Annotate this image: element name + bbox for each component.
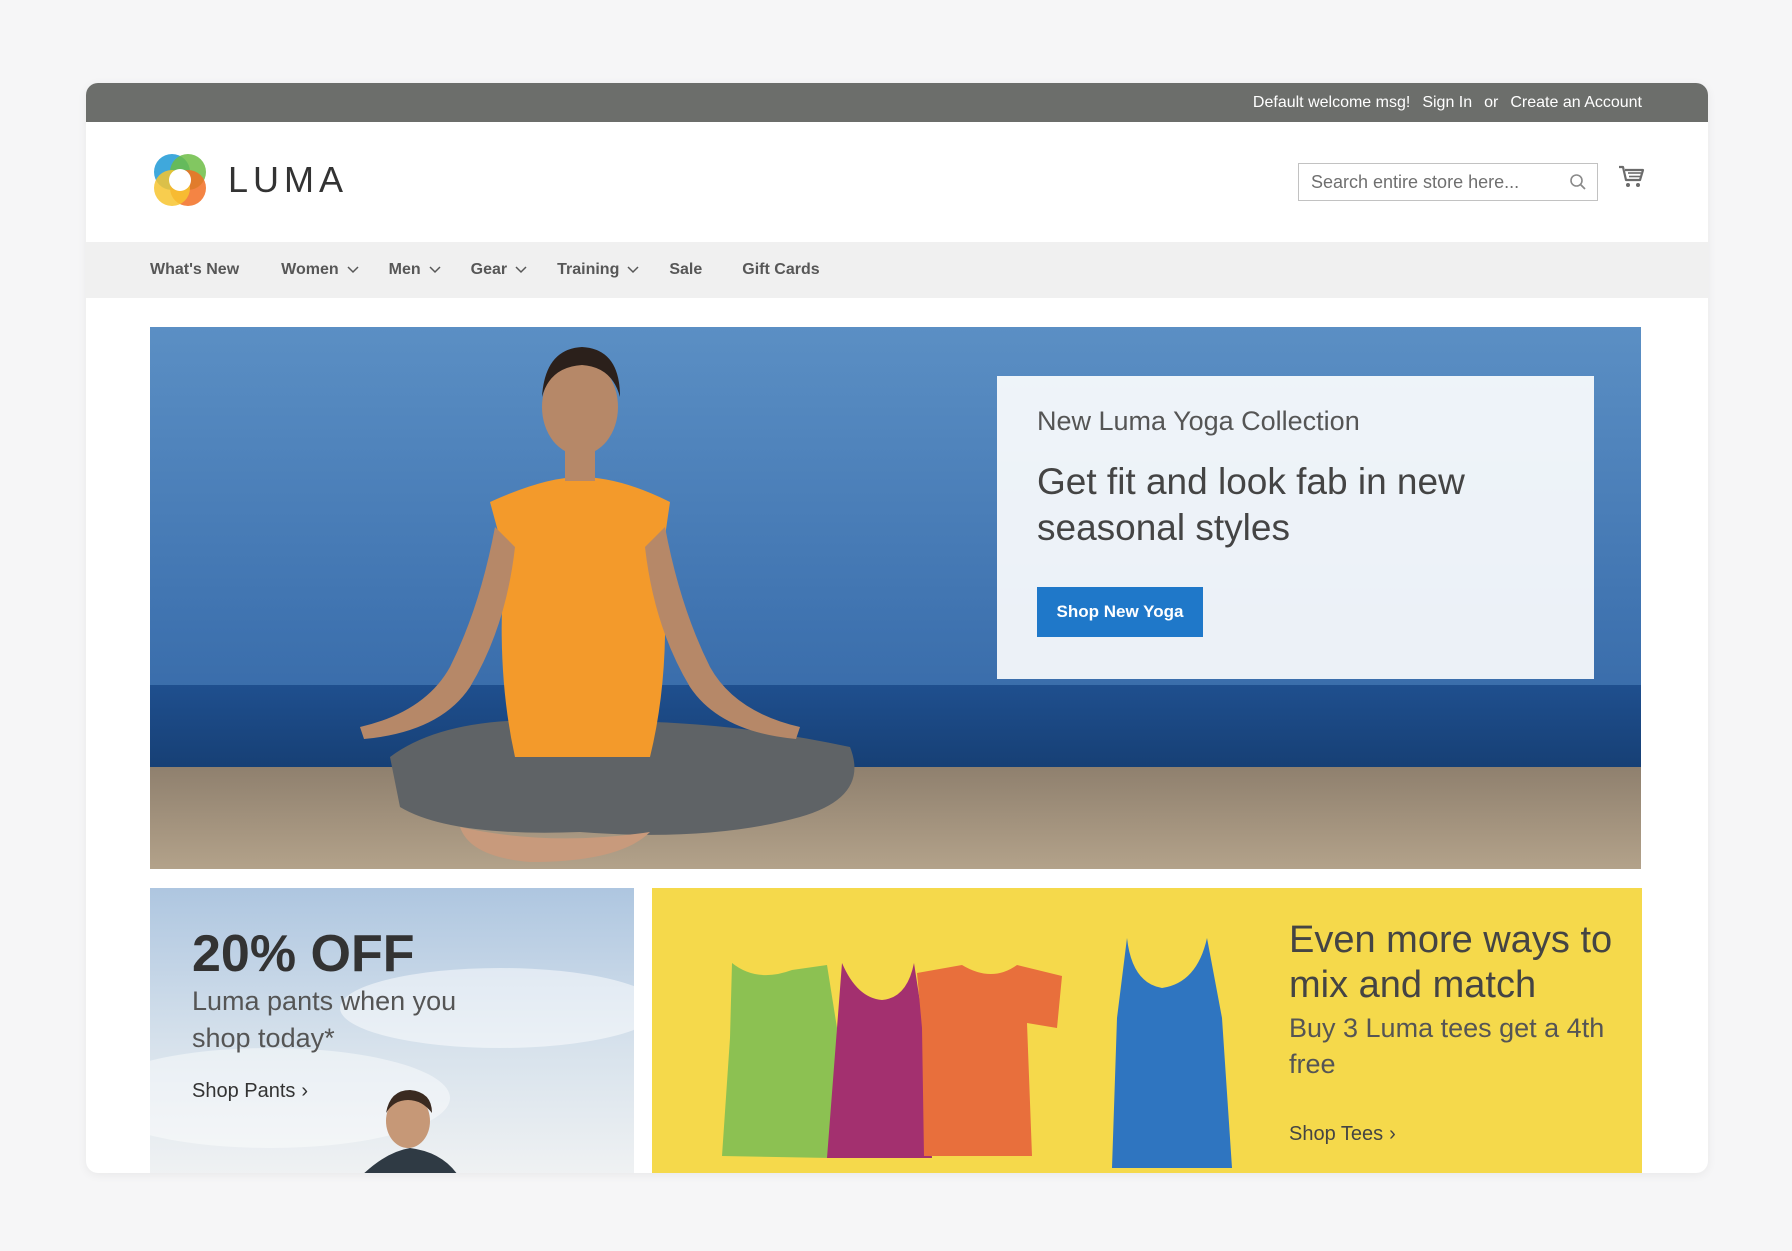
main-nav: What's New Women Men Gear Training Sale bbox=[86, 242, 1708, 298]
nav-item-label: Men bbox=[388, 261, 421, 278]
nav-item-label: Women bbox=[281, 261, 339, 278]
search-icon[interactable] bbox=[1569, 173, 1587, 191]
promo-kicker: New Luma Yoga Collection bbox=[1037, 406, 1360, 436]
top-bar: Default welcome msg! Sign In or Create a… bbox=[86, 83, 1708, 122]
nav-item-whats-new[interactable]: What's New bbox=[150, 261, 239, 279]
top-links: Default welcome msg! Sign In or Create a… bbox=[1253, 83, 1642, 122]
shop-pants-link[interactable]: Shop Pants › bbox=[192, 1080, 308, 1103]
chevron-right-icon: › bbox=[1389, 1123, 1396, 1145]
nav-list: What's New Women Men Gear Training Sale bbox=[150, 242, 850, 298]
browser-page: Default welcome msg! Sign In or Create a… bbox=[86, 83, 1708, 1173]
nav-item-gift-cards[interactable]: Gift Cards bbox=[742, 261, 819, 279]
site-header: LUMA bbox=[86, 122, 1708, 242]
nav-item-sale[interactable]: Sale bbox=[669, 261, 702, 279]
luma-logo[interactable]: LUMA bbox=[150, 150, 348, 210]
nav-item-label: What's New bbox=[150, 261, 240, 278]
nav-item-label: Training bbox=[557, 261, 620, 278]
nav-item-men[interactable]: Men bbox=[389, 261, 441, 279]
chevron-down-icon bbox=[627, 266, 639, 274]
tees-title: Even more ways to mix and match bbox=[1289, 919, 1613, 1006]
hero-banner[interactable]: New Luma Yoga Collection Get fit and loo… bbox=[150, 327, 1641, 869]
welcome-message: Default welcome msg! bbox=[1252, 93, 1411, 111]
nav-item-label: Gift Cards bbox=[742, 261, 820, 278]
cart-icon[interactable] bbox=[1617, 162, 1645, 190]
promo-title: Get fit and look fab in new seasonal sty… bbox=[1037, 461, 1465, 548]
nav-item-gear[interactable]: Gear bbox=[471, 261, 527, 279]
shop-tees-label: Shop Tees bbox=[1289, 1123, 1384, 1145]
pants-subtitle: Luma pants when you shop today* bbox=[192, 986, 457, 1053]
search-input[interactable] bbox=[1299, 164, 1573, 200]
chevron-right-icon: › bbox=[301, 1080, 309, 1102]
chevron-down-icon bbox=[515, 266, 527, 274]
nav-item-training[interactable]: Training bbox=[557, 261, 639, 279]
create-account-link[interactable]: Create an Account bbox=[1510, 94, 1642, 112]
tees-subtitle: Buy 3 Luma tees get a 4th free bbox=[1289, 1013, 1605, 1079]
logo-text: LUMA bbox=[228, 159, 349, 200]
shop-tees-link[interactable]: Shop Tees › bbox=[1289, 1123, 1396, 1146]
search-box bbox=[1298, 163, 1598, 201]
luma-logo-icon bbox=[154, 154, 206, 206]
nav-item-label: Gear bbox=[470, 261, 508, 278]
chevron-down-icon bbox=[347, 266, 359, 274]
chevron-down-icon bbox=[429, 266, 441, 274]
pants-title: 20% OFF bbox=[192, 925, 415, 983]
sign-in-link[interactable]: Sign In bbox=[1422, 94, 1472, 112]
shop-new-yoga-button[interactable]: Shop New Yoga bbox=[1037, 587, 1203, 637]
nav-item-women[interactable]: Women bbox=[281, 261, 359, 279]
shop-pants-label: Shop Pants bbox=[192, 1080, 296, 1102]
or-separator: or bbox=[1484, 93, 1499, 111]
nav-item-label: Sale bbox=[669, 261, 703, 278]
promo-box: New Luma Yoga Collection Get fit and loo… bbox=[997, 376, 1594, 679]
tees-banner[interactable]: Even more ways to mix and match Buy 3 Lu… bbox=[652, 888, 1642, 1173]
pants-banner[interactable]: 20% OFF Luma pants when you shop today* … bbox=[150, 888, 634, 1173]
